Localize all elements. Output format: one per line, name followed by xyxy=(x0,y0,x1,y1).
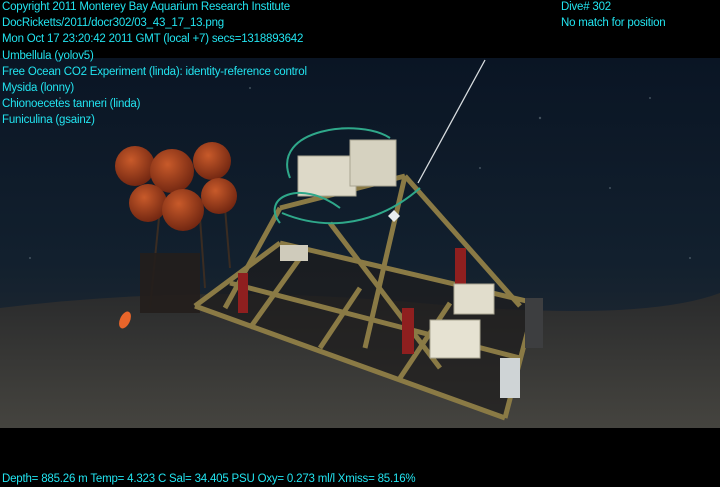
image-path-line: DocRicketts/2011/docr302/03_43_17_13.png xyxy=(2,17,224,30)
metadata-overlay-left: Copyright 2011 Monterey Bay Aquarium Res… xyxy=(2,0,307,129)
sensor-readout: Depth= 885.26 m Temp= 4.323 C Sal= 34.40… xyxy=(2,473,416,485)
position-status: No match for position xyxy=(561,17,666,30)
timestamp-line: Mon Oct 17 23:20:42 2011 GMT (local +7) … xyxy=(2,33,304,46)
copyright-line: Copyright 2011 Monterey Bay Aquarium Res… xyxy=(2,1,290,13)
annotation-line: Mysida (lonny) xyxy=(2,82,74,95)
annotation-line: Free Ocean CO2 Experiment (linda): ident… xyxy=(2,65,307,78)
metadata-overlay-right: Dive# 302 No match for position xyxy=(561,0,666,31)
dive-number: Dive# 302 xyxy=(561,1,611,13)
annotation-line: Chionoecetes tanneri (linda) xyxy=(2,98,141,111)
annotation-line: Funiculina (gsainz) xyxy=(2,114,95,127)
annotation-line: Umbellula (yolov5) xyxy=(2,49,94,62)
